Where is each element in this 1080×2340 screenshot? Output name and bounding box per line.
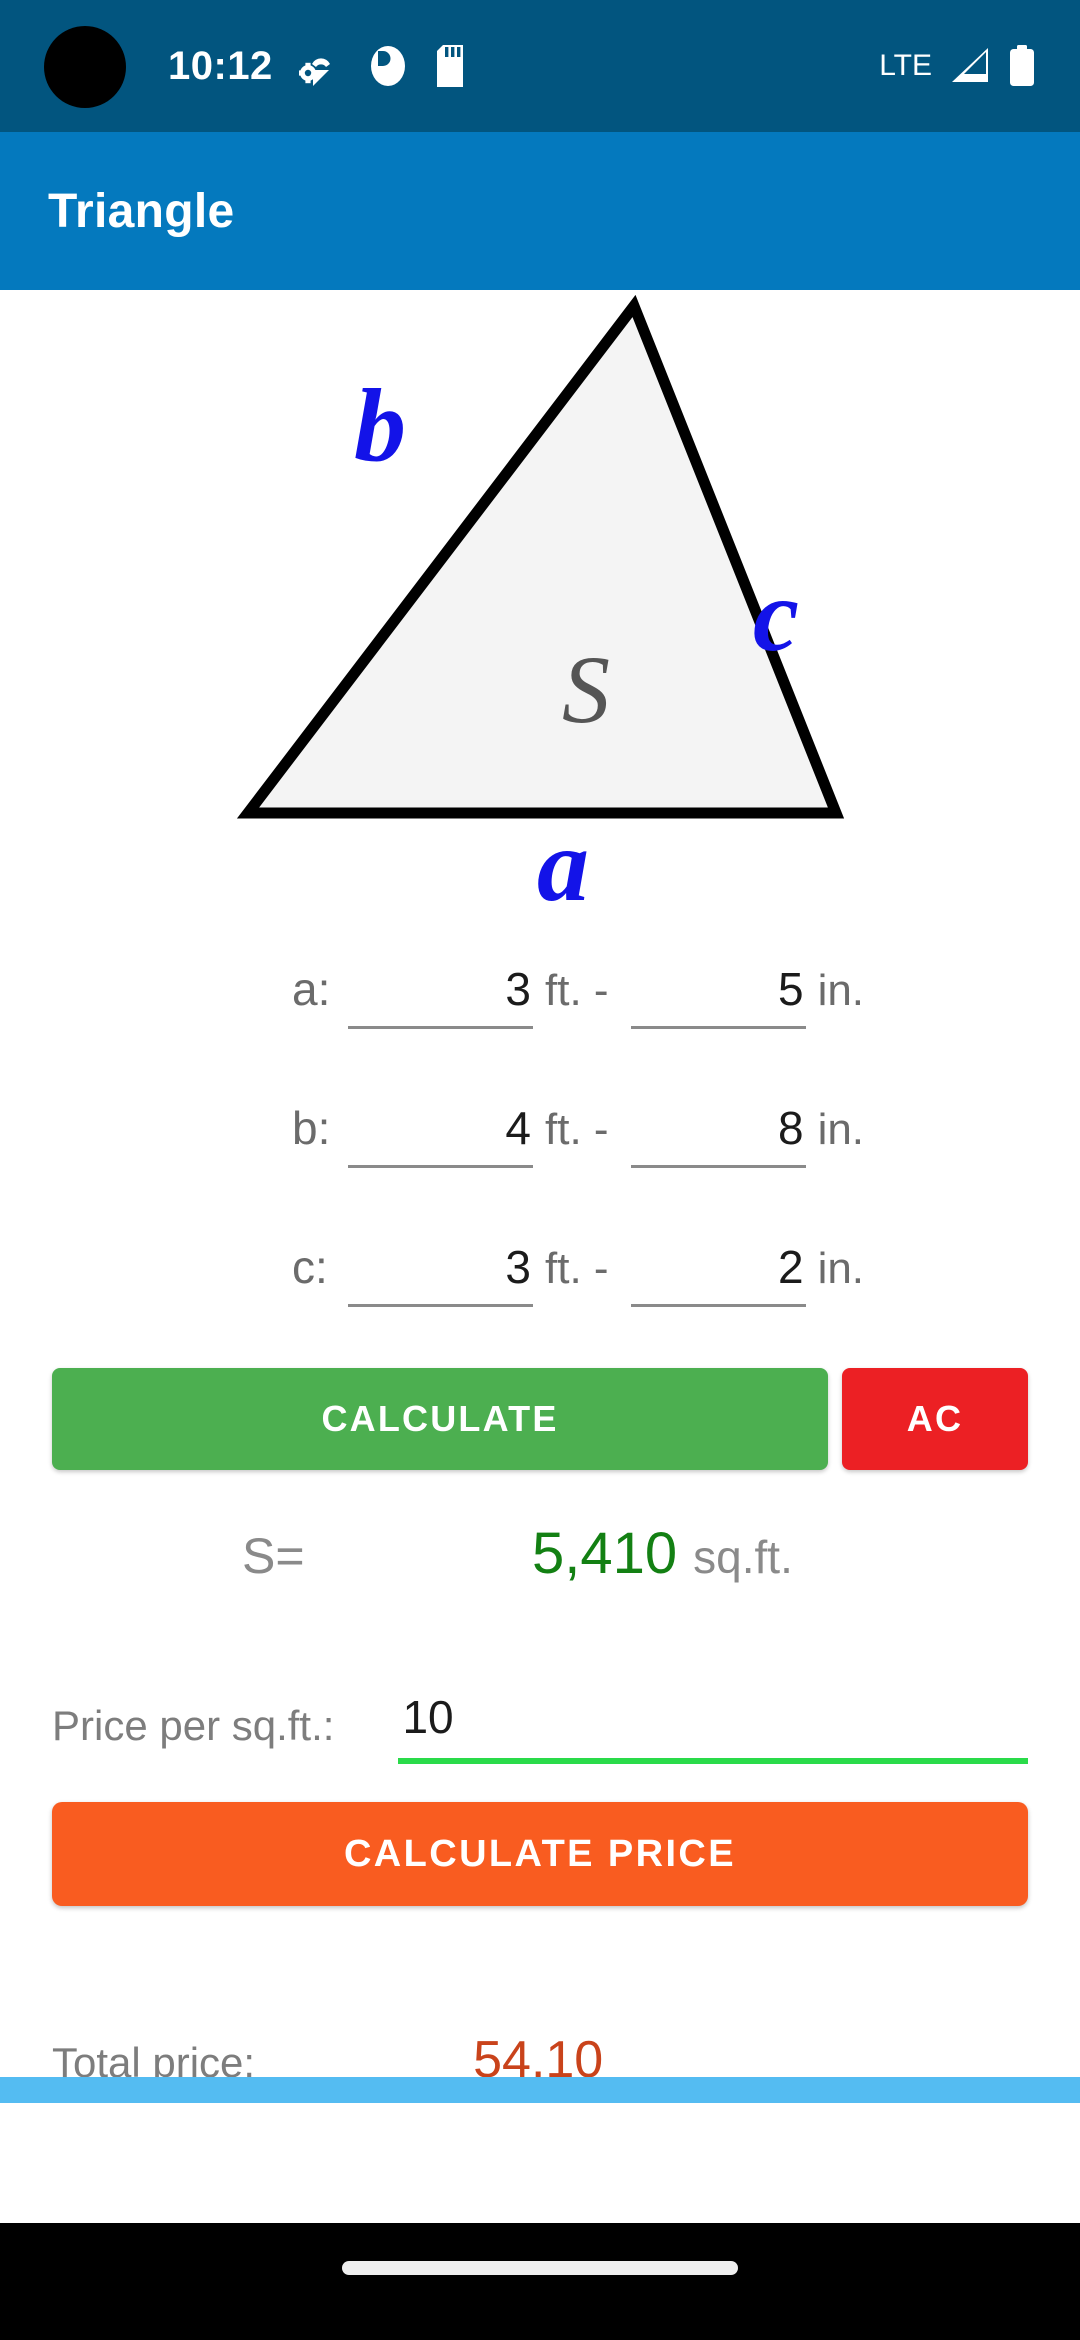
battery-icon bbox=[1008, 45, 1036, 87]
unit-inches-b: in. bbox=[817, 1105, 865, 1154]
area-result-label: S= bbox=[242, 1528, 305, 1584]
price-per-sqft-label: Price per sq.ft.: bbox=[52, 1702, 335, 1749]
area-result-row: S= 5,410 sq.ft. bbox=[0, 1520, 1080, 1587]
dimension-row-a: a: 3 ft. - 5 in. bbox=[0, 962, 1080, 1101]
price-action-row: CALCULATE PRICE bbox=[0, 1802, 1080, 1906]
dimension-rows: a: 3 ft. - 5 in. b: 4 ft. - 8 in. c: 3 f… bbox=[0, 962, 1080, 1379]
price-input-row: Price per sq.ft.: 10 bbox=[0, 1690, 1080, 1764]
unit-feet-b: ft. - bbox=[545, 1105, 609, 1154]
triangle-label-a: a bbox=[537, 808, 589, 923]
clear-all-button[interactable]: AC bbox=[842, 1368, 1028, 1470]
calculate-price-button[interactable]: CALCULATE PRICE bbox=[52, 1802, 1028, 1906]
camera-cutout-icon bbox=[44, 26, 126, 108]
unit-feet-a: ft. - bbox=[545, 966, 609, 1015]
bottom-accent-bar bbox=[0, 2077, 1080, 2103]
input-a-feet[interactable]: 3 bbox=[348, 962, 533, 1029]
input-a-inches[interactable]: 5 bbox=[630, 962, 806, 1029]
dimension-row-c: c: 3 ft. - 2 in. bbox=[0, 1240, 1080, 1379]
dimension-row-b: b: 4 ft. - 8 in. bbox=[0, 1101, 1080, 1240]
primary-action-row: CALCULATE AC bbox=[0, 1368, 1080, 1470]
input-b-inches[interactable]: 8 bbox=[630, 1101, 806, 1168]
bottom-blank-area bbox=[0, 2103, 1080, 2223]
calculate-button[interactable]: CALCULATE bbox=[52, 1368, 828, 1470]
main-content: b c a S a: 3 ft. - 5 in. b: 4 ft. - 8 in… bbox=[0, 290, 1080, 2089]
input-c-feet[interactable]: 3 bbox=[348, 1240, 533, 1307]
input-c-inches[interactable]: 2 bbox=[630, 1240, 806, 1307]
unit-inches-a: in. bbox=[817, 966, 865, 1015]
input-b-feet[interactable]: 4 bbox=[348, 1101, 533, 1168]
area-result-unit: sq.ft. bbox=[693, 1531, 793, 1583]
area-result-value: 5,410 bbox=[532, 1521, 678, 1586]
signal-bars-icon bbox=[948, 46, 992, 86]
gesture-handle[interactable] bbox=[342, 2261, 738, 2275]
dimension-label-c: c: bbox=[292, 1241, 328, 1293]
circle-half-icon bbox=[369, 45, 407, 87]
app-bar: Triangle bbox=[0, 132, 1080, 290]
price-per-sqft-input[interactable]: 10 bbox=[398, 1690, 1028, 1764]
triangle-label-c: c bbox=[753, 558, 799, 673]
page-title: Triangle bbox=[48, 184, 235, 238]
status-bar: 10:12 LTE bbox=[0, 0, 1080, 132]
status-bar-right-cluster: LTE bbox=[879, 0, 1036, 132]
triangle-label-area: S bbox=[562, 636, 610, 743]
sd-card-icon bbox=[433, 45, 467, 87]
status-bar-clock: 10:12 bbox=[168, 44, 273, 88]
triangle-label-b: b bbox=[354, 368, 406, 483]
phone-screen: 10:12 LTE Triangle b c a S a: 3 ft. - 5 … bbox=[0, 0, 1080, 2340]
network-type-label: LTE bbox=[879, 49, 932, 82]
dimension-label-b: b: bbox=[292, 1102, 331, 1154]
system-navigation-bar bbox=[0, 2223, 1080, 2340]
unit-inches-c: in. bbox=[817, 1244, 865, 1293]
unit-feet-c: ft. - bbox=[545, 1244, 609, 1293]
gear-wifi-icon bbox=[298, 46, 343, 86]
status-bar-left-cluster: 10:12 bbox=[168, 0, 467, 132]
triangle-shape bbox=[236, 294, 845, 819]
triangle-figure: b c a S bbox=[0, 290, 1080, 930]
dimension-label-a: a: bbox=[292, 963, 331, 1015]
